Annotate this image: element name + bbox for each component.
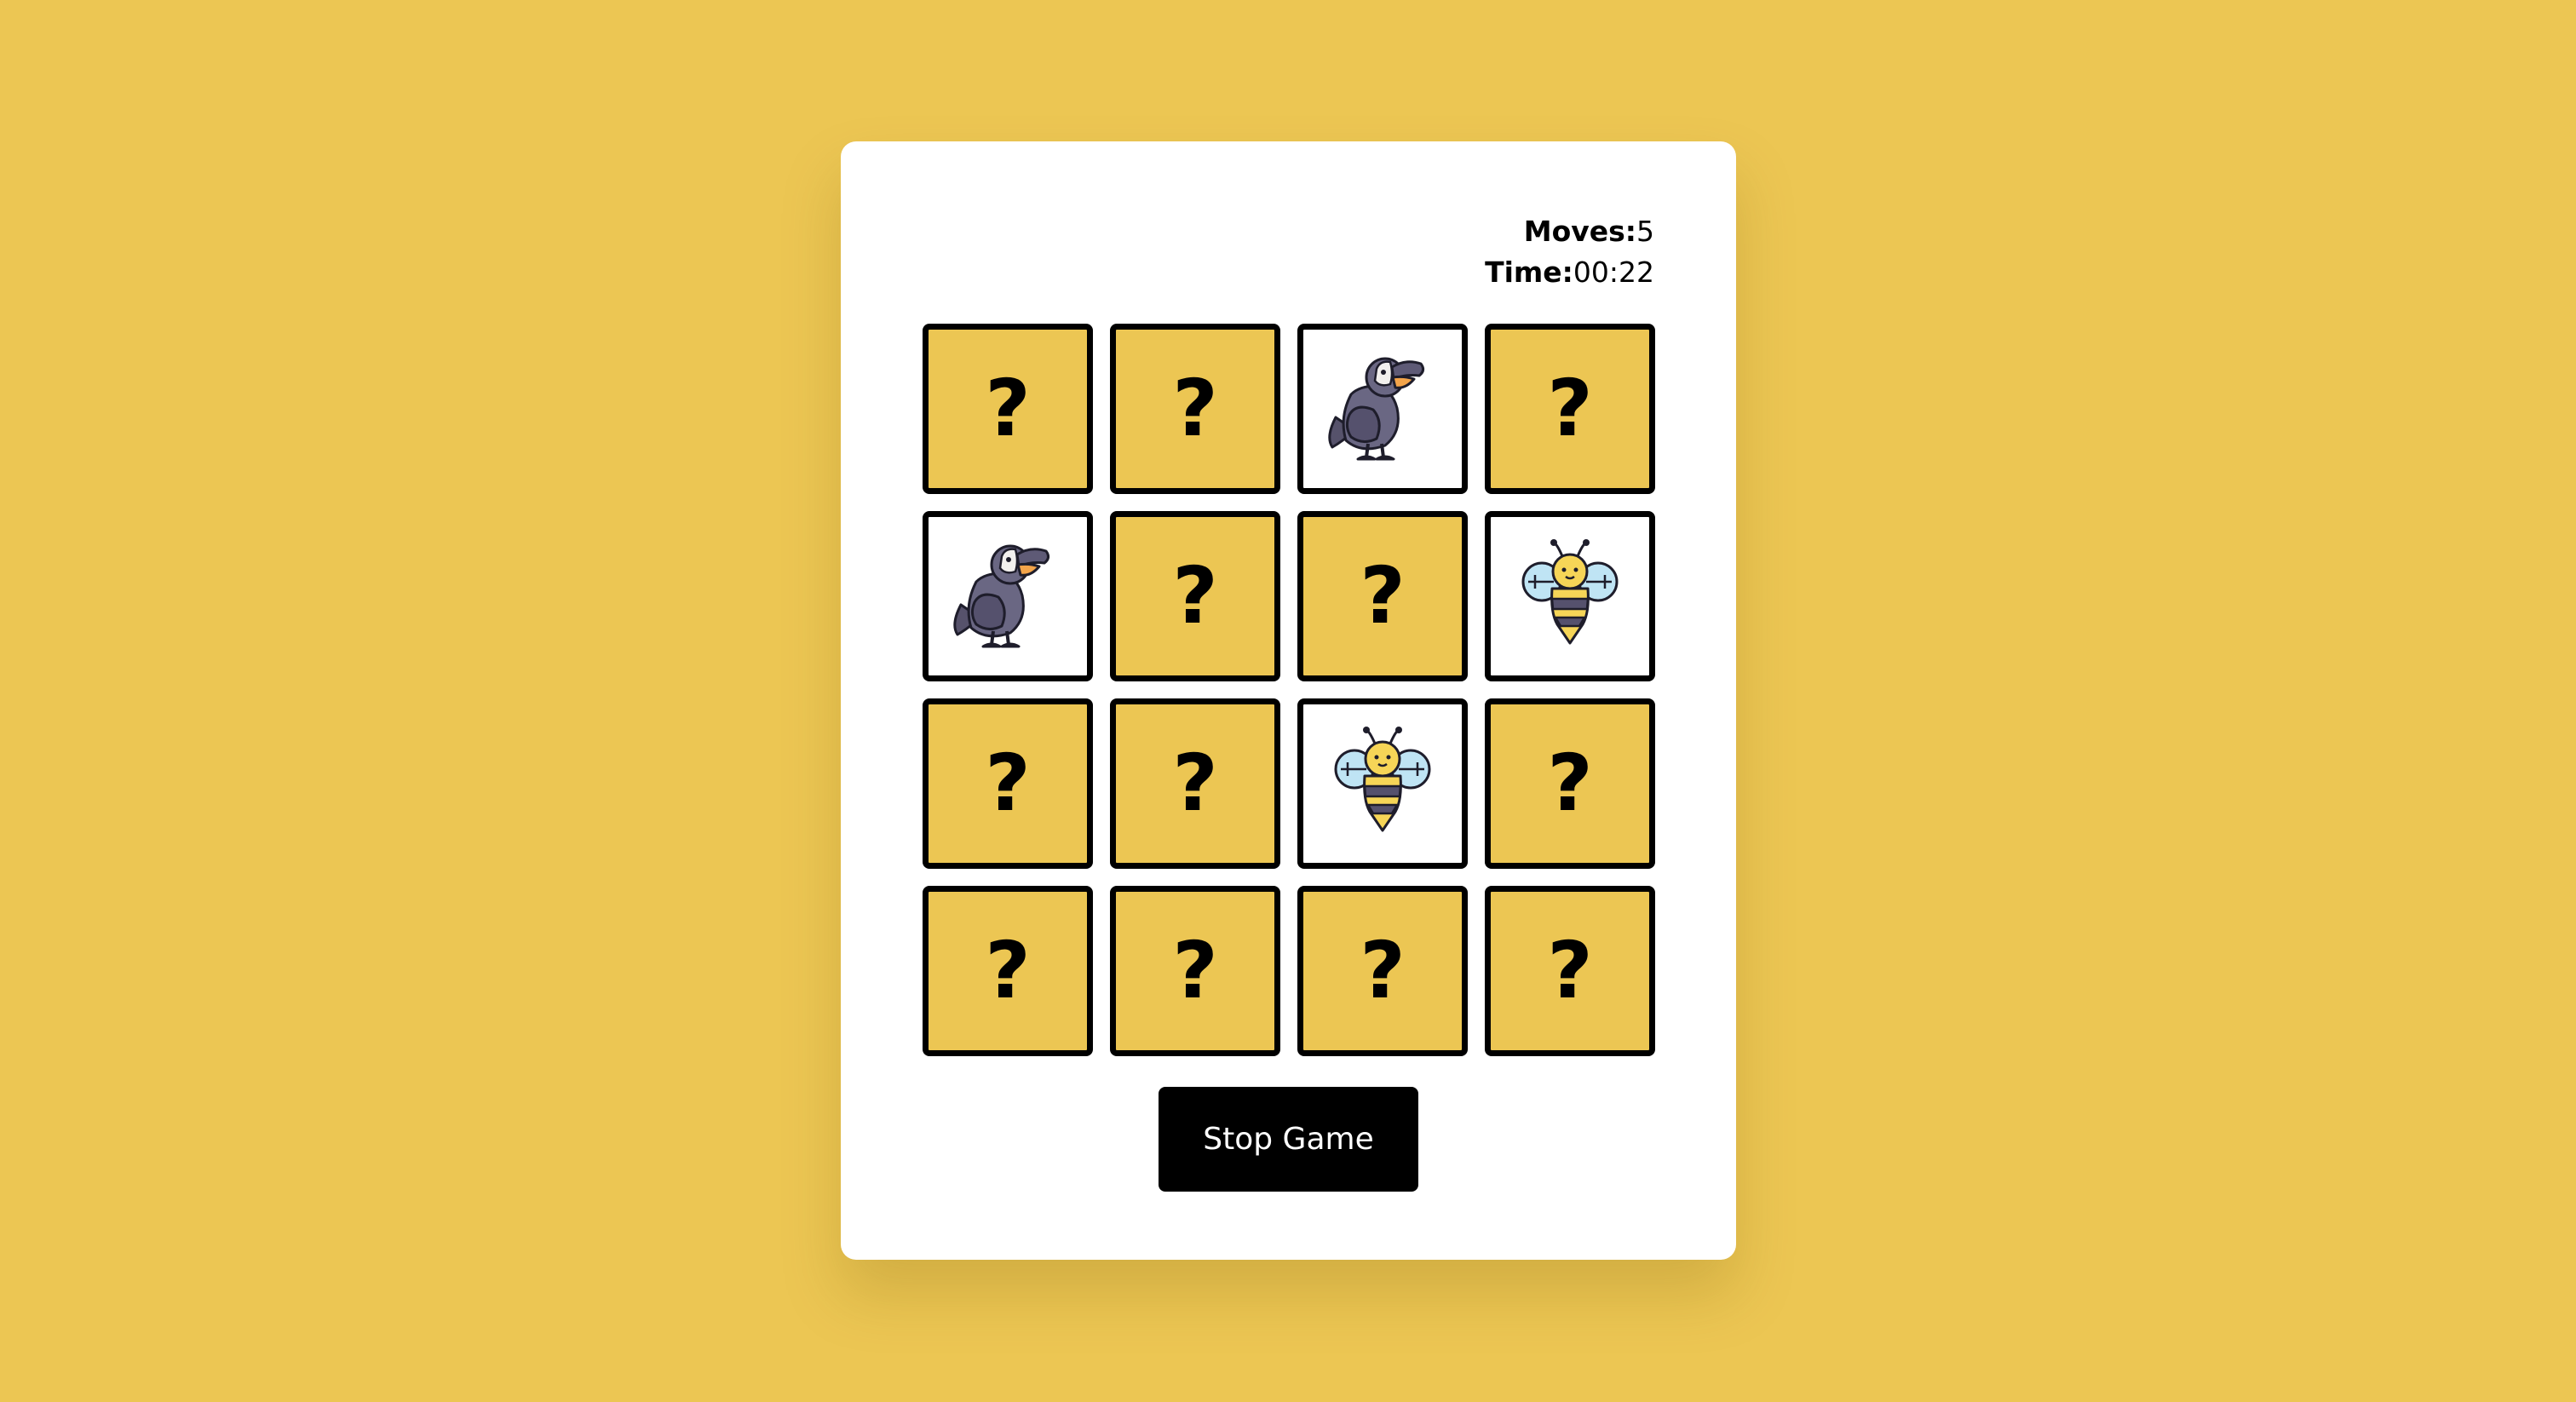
memory-card[interactable]: ? [1485, 324, 1655, 494]
question-mark-icon: ? [1172, 363, 1218, 454]
memory-card[interactable]: ? [923, 698, 1093, 869]
memory-card[interactable]: ? [1110, 511, 1280, 681]
memory-card[interactable]: ? [1485, 886, 1655, 1056]
question-mark-icon: ? [985, 925, 1031, 1016]
question-mark-icon: ? [985, 738, 1031, 829]
question-mark-icon: ? [1547, 925, 1593, 1016]
game-panel: Moves:5 Time:00:22 ???????????? Stop Gam… [841, 141, 1736, 1260]
memory-card[interactable] [1297, 698, 1468, 869]
question-mark-icon: ? [1172, 738, 1218, 829]
memory-card[interactable]: ? [1110, 324, 1280, 494]
question-mark-icon: ? [1547, 363, 1593, 454]
moves-value: 5 [1636, 215, 1654, 248]
toucan-icon [952, 544, 1050, 648]
memory-card[interactable]: ? [1110, 698, 1280, 869]
memory-card[interactable] [1297, 324, 1468, 494]
question-mark-icon: ? [1360, 925, 1406, 1016]
memory-card[interactable] [1485, 511, 1655, 681]
stop-game-button[interactable]: Stop Game [1159, 1087, 1418, 1192]
moves-label: Moves: [1523, 215, 1636, 248]
memory-card[interactable]: ? [1110, 886, 1280, 1056]
question-mark-icon: ? [1172, 925, 1218, 1016]
time-counter: Time:00:22 [1485, 252, 1654, 293]
memory-card[interactable]: ? [1485, 698, 1655, 869]
toucan-icon [1327, 357, 1425, 461]
memory-card[interactable] [923, 511, 1093, 681]
question-mark-icon: ? [1172, 550, 1218, 641]
card-grid: ???????????? [923, 324, 1655, 1056]
question-mark-icon: ? [1360, 550, 1406, 641]
memory-card[interactable]: ? [1297, 886, 1468, 1056]
time-label: Time: [1485, 256, 1573, 289]
game-stats: Moves:5 Time:00:22 [1485, 211, 1654, 293]
memory-card[interactable]: ? [923, 324, 1093, 494]
memory-card[interactable]: ? [923, 886, 1093, 1056]
bee-icon [1521, 537, 1619, 645]
bee-icon [1334, 725, 1431, 832]
moves-counter: Moves:5 [1485, 211, 1654, 252]
question-mark-icon: ? [1547, 738, 1593, 829]
time-value: 00:22 [1573, 256, 1654, 289]
memory-card[interactable]: ? [1297, 511, 1468, 681]
question-mark-icon: ? [985, 363, 1031, 454]
